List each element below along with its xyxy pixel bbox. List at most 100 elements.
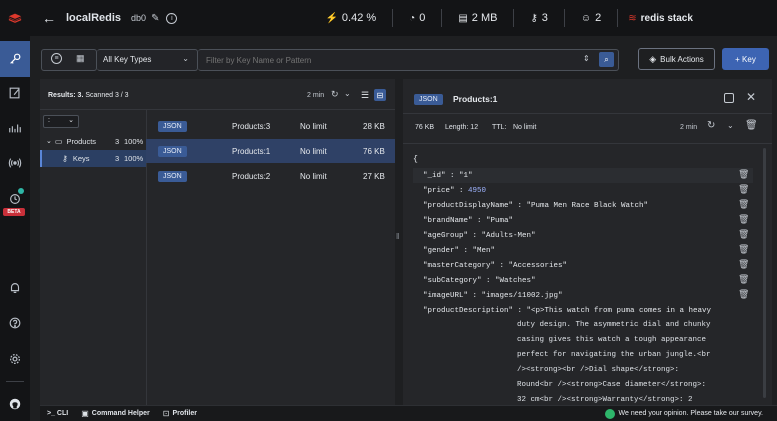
filter-input[interactable] (204, 52, 564, 68)
command-helper-button[interactable]: Command Helper (92, 410, 150, 417)
bulk-actions-button[interactable]: ◈ Bulk Actions (638, 48, 715, 70)
json-field-row[interactable]: "imageURL" : "images/11002.jpg" (413, 288, 753, 303)
profiler-icon: ⊡ (162, 409, 170, 418)
json-value[interactable]: "Puma" (486, 217, 513, 225)
delete-field-icon[interactable]: 🗑 (738, 259, 749, 269)
json-value[interactable]: "Watches" (495, 277, 536, 285)
chevron-down-icon: ⌄ (68, 117, 74, 124)
json-field-row[interactable]: "_id" : "1" (413, 168, 753, 183)
json-value[interactable]: "Accessories" (509, 262, 568, 270)
tree-item-keys[interactable]: ⚷ Keys 3 100% (40, 150, 146, 167)
view-toggle-group (41, 49, 97, 71)
refresh-icon[interactable]: ↻ (707, 120, 715, 131)
json-field-row[interactable]: "gender" : "Men" (413, 243, 753, 258)
cli-button[interactable]: >_ CLI (47, 410, 68, 417)
key-type-select[interactable]: All Key Types ⌄ (97, 49, 198, 71)
delimiter-select[interactable]: : ⌄ (43, 115, 79, 128)
redis-stack-brand: ≋ redis stack (628, 12, 693, 24)
json-field-row[interactable]: "ageGroup" : "Adults-Men" (413, 228, 753, 243)
scrollbar[interactable] (763, 148, 766, 398)
key-length: Length: 12 (445, 124, 479, 131)
chevron-down-icon: ⌄ (182, 54, 189, 63)
last-refresh-time: 2 min (307, 92, 325, 99)
results-summary: Results: 3. Scanned 3 / 3 (48, 92, 129, 99)
delete-key-icon[interactable]: 🗑 (745, 120, 758, 131)
redis-stack-logo-icon: ≋ (628, 12, 637, 24)
gauge-icon: ◔ (409, 12, 416, 24)
panel-resize-handle[interactable]: ‖ (396, 232, 399, 241)
refresh-icon[interactable]: ↻ (331, 89, 339, 100)
json-field-description[interactable]: "productDescription" : "<p>This watch fr… (413, 303, 753, 318)
json-field-row[interactable]: "productDisplayName" : "Puma Men Race Bl… (413, 198, 753, 213)
survey-link[interactable]: We need your opinion. Please take our su… (619, 410, 764, 417)
json-open-brace: { (413, 155, 418, 164)
left-nav-rail: BETA (0, 0, 30, 421)
delete-field-icon[interactable]: 🗑 (738, 169, 749, 179)
database-index: db0 (131, 13, 147, 23)
delete-field-icon[interactable]: 🗑 (738, 289, 749, 299)
command-helper-icon: ▣ (81, 409, 89, 418)
info-icon[interactable]: i (166, 12, 178, 24)
top-header: ← localRedis db0 ✎ i ⚡ 0.42 % ◔ 0 ▤ 2 MB… (30, 0, 777, 36)
delete-field-icon[interactable]: 🗑 (738, 184, 749, 194)
back-arrow-icon[interactable]: ← (42, 10, 56, 26)
analytics-icon[interactable] (0, 113, 30, 143)
cpu-icon: ⚡ (325, 12, 338, 24)
json-key: "price" (423, 186, 455, 195)
json-field-row[interactable]: "price" : 4950 (413, 183, 753, 198)
tree-mode-icon[interactable]: ⊟ (374, 89, 386, 101)
memory-icon: ▤ (458, 12, 468, 24)
beta-badge: BETA (3, 208, 25, 216)
memory-stat: ▤ 2 MB (458, 12, 498, 24)
edit-pencil-icon[interactable]: ✎ (151, 13, 159, 24)
refresh-options-chevron-icon[interactable]: ⌄ (727, 121, 734, 130)
profiler-button[interactable]: Profiler (172, 410, 197, 417)
json-field-row[interactable]: "brandName" : "Puma" (413, 213, 753, 228)
browser-key-icon[interactable] (0, 41, 30, 77)
json-value[interactable]: "Adults-Men" (482, 232, 536, 240)
table-row[interactable]: JSON Products:2 No limit 27 KB (146, 164, 395, 188)
fullscreen-icon[interactable] (724, 93, 734, 103)
database-name: localRedis (66, 12, 122, 24)
pubsub-icon[interactable] (0, 148, 30, 178)
add-key-button[interactable]: + Key (722, 48, 769, 70)
settings-gear-icon[interactable] (0, 344, 30, 374)
filter-bar: ⇕ ⌕ (198, 49, 619, 71)
json-value[interactable]: "1" (459, 172, 473, 180)
help-icon[interactable] (0, 308, 30, 338)
refresh-options-chevron-icon[interactable]: ⌄ (344, 89, 351, 98)
redis-logo-icon[interactable] (0, 0, 30, 36)
delete-field-icon[interactable]: 🗑 (738, 274, 749, 284)
survey-icon (604, 408, 615, 419)
json-key: "productDisplayName" (423, 201, 514, 210)
search-icon[interactable]: ⌕ (599, 52, 614, 67)
json-field-row[interactable]: "masterCategory" : "Accessories" (413, 258, 753, 273)
type-badge: JSON (158, 120, 187, 132)
delete-field-icon[interactable]: 🗑 (738, 244, 749, 254)
delete-field-icon[interactable]: 🗑 (738, 229, 749, 239)
json-field-row[interactable]: "subCategory" : "Watches" (413, 273, 753, 288)
json-key: "_id" (423, 171, 446, 180)
table-row[interactable]: JSON Products:3 No limit 28 KB (146, 114, 395, 138)
ops-stat: ◔ 0 (409, 12, 426, 24)
json-value[interactable]: "Puma Men Race Black Watch" (527, 202, 649, 210)
json-value[interactable]: "images/11002.jpg" (482, 292, 563, 300)
tree-folder-products[interactable]: ⌄ ▭ Products 3 100% (40, 134, 146, 148)
key-icon: ⚷ (530, 12, 538, 24)
list-mode-icon[interactable]: ☰ (361, 90, 369, 101)
github-icon[interactable] (0, 389, 30, 419)
json-value[interactable]: 4950 (468, 187, 486, 195)
tree-view-icon[interactable]: ▦ (76, 53, 85, 64)
key-size: 76 KB (415, 124, 435, 131)
sort-arrows-icon[interactable]: ⇕ (583, 54, 590, 63)
delete-field-icon[interactable]: 🗑 (738, 214, 749, 224)
notifications-icon[interactable] (0, 273, 30, 303)
table-row-selected[interactable]: JSON Products:1 No limit 76 KB (146, 139, 395, 163)
json-value[interactable]: "Men" (473, 247, 496, 255)
list-view-icon[interactable]: ≡ (51, 53, 62, 64)
workbench-icon[interactable] (0, 78, 30, 108)
ttl-value[interactable]: No limit (513, 124, 536, 131)
folder-icon: ▭ (54, 136, 63, 146)
close-icon[interactable]: ✕ (746, 90, 756, 104)
delete-field-icon[interactable]: 🗑 (738, 199, 749, 209)
